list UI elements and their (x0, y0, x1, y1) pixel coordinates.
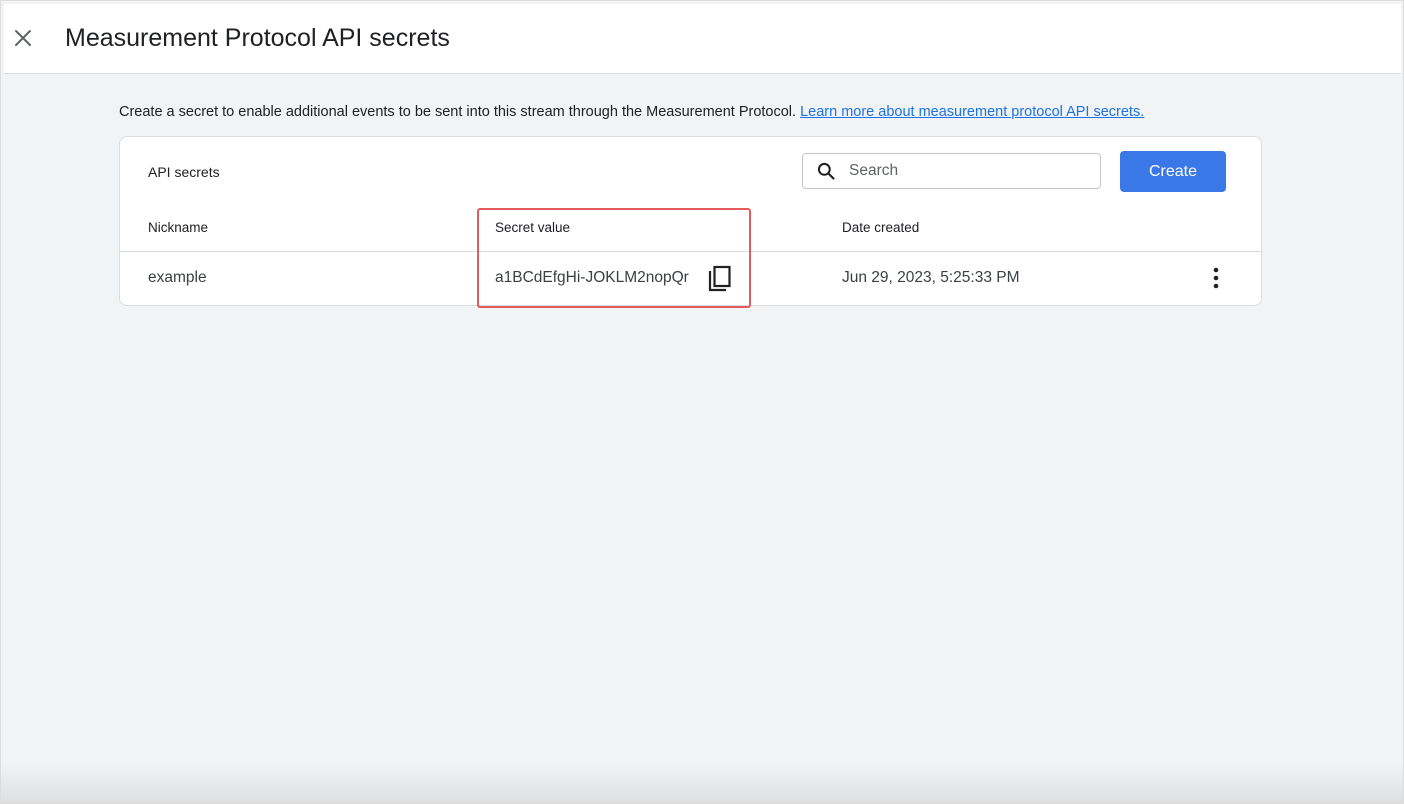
search-input[interactable] (849, 161, 1089, 181)
column-header-secret-value[interactable]: Secret value (495, 219, 570, 237)
card-title: API secrets (148, 164, 220, 180)
copy-button[interactable] (707, 265, 733, 293)
close-icon (15, 30, 31, 46)
header-bar: Measurement Protocol API secrets (4, 4, 1401, 74)
search-icon (817, 162, 835, 180)
more-vert-icon (1213, 267, 1219, 289)
create-button[interactable]: Create (1120, 151, 1226, 192)
intro-text: Create a secret to enable additional eve… (119, 102, 1144, 122)
column-header-date-created[interactable]: Date created (842, 219, 919, 237)
date-created-cell: Jun 29, 2023, 5:25:33 PM (842, 269, 1020, 286)
learn-more-link[interactable]: Learn more about measurement protocol AP… (800, 104, 1144, 120)
nickname-cell: example (148, 269, 207, 286)
api-secrets-card: API secrets Create Nickname Secret value… (119, 136, 1262, 306)
header-divider (120, 251, 1261, 252)
search-box[interactable] (802, 153, 1101, 189)
intro-description: Create a secret to enable additional eve… (119, 104, 797, 120)
close-button[interactable] (11, 26, 35, 50)
page-title: Measurement Protocol API secrets (65, 24, 450, 52)
column-header-nickname[interactable]: Nickname (148, 219, 208, 237)
more-actions-button[interactable] (1206, 266, 1226, 290)
secret-value-cell: a1BCdEfgHi-JOKLM2nopQr (495, 269, 689, 286)
app-window: Measurement Protocol API secrets Create … (0, 0, 1404, 804)
copy-icon (708, 265, 731, 292)
bottom-shadow (1, 763, 1403, 803)
